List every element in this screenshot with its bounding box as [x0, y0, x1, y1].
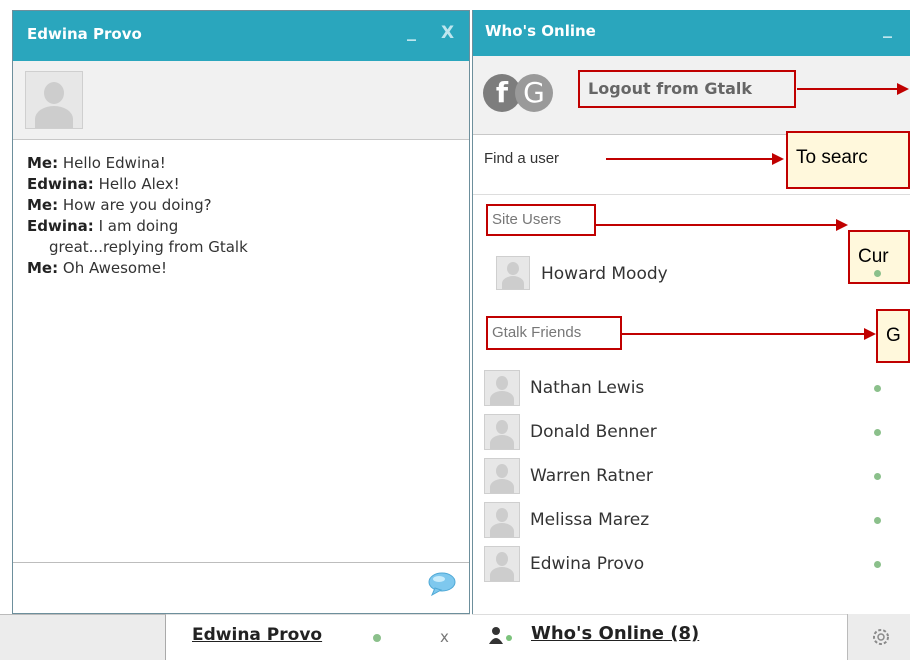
- message: Me: How are you doing?: [13, 195, 469, 216]
- gtalk-friend-item[interactable]: Warren Ratner: [530, 466, 653, 486]
- user-online-icon: [489, 627, 512, 644]
- online-status-icon: [874, 429, 881, 436]
- avatar: [484, 370, 520, 406]
- chat-title: Edwina Provo: [27, 25, 142, 43]
- message-text: How are you doing?: [62, 196, 212, 214]
- chat-tab-name[interactable]: Edwina Provo: [192, 625, 322, 645]
- annotation-box-gtalk-friends: [486, 316, 622, 350]
- online-status-icon: [874, 561, 881, 568]
- online-status-icon: [373, 634, 381, 642]
- search-input[interactable]: Find a user: [484, 150, 559, 167]
- online-status-icon: [874, 473, 881, 480]
- annotation-arrow: [797, 88, 897, 90]
- chat-header: [13, 61, 469, 140]
- annotation-arrow: [596, 224, 836, 226]
- who-online-titlebar[interactable]: Who's Online _: [473, 10, 910, 56]
- message-text: I am doing: [98, 217, 179, 235]
- online-status-icon: [874, 517, 881, 524]
- gtalk-friend-item[interactable]: Nathan Lewis: [530, 378, 644, 398]
- message: Me: Hello Edwina!: [13, 153, 469, 174]
- online-status-icon: [874, 385, 881, 392]
- close-tab-icon[interactable]: x: [440, 628, 449, 646]
- message: Me: Oh Awesome!: [13, 258, 469, 279]
- avatar: [496, 256, 530, 290]
- chat-input[interactable]: [13, 562, 469, 613]
- annotation-arrowhead: [836, 219, 848, 231]
- message-text: Hello Alex!: [98, 175, 180, 193]
- gtalk-friend-item[interactable]: Donald Benner: [530, 422, 657, 442]
- chat-bubble-icon[interactable]: [427, 571, 457, 597]
- divider: [473, 194, 910, 195]
- settings-button[interactable]: [847, 614, 910, 660]
- message-sender: Edwina:: [27, 217, 94, 235]
- avatar: [25, 71, 83, 129]
- annotation-arrowhead: [864, 328, 876, 340]
- who-online-button[interactable]: Who's Online (8): [531, 623, 699, 644]
- annotation-arrowhead: [897, 83, 909, 95]
- annotation-callout-search: To searc: [786, 131, 910, 189]
- online-status-icon: [874, 270, 881, 277]
- avatar: [484, 414, 520, 450]
- message: Edwina: I am doing great...replying from…: [13, 216, 469, 258]
- who-online-title: Who's Online: [485, 22, 596, 40]
- minimize-icon[interactable]: _: [883, 18, 892, 39]
- message: Edwina: Hello Alex!: [13, 174, 469, 195]
- annotation-arrowhead: [772, 153, 784, 165]
- annotation-callout-gtalk: G: [876, 309, 910, 363]
- message-sender: Me:: [27, 196, 59, 214]
- chat-tab[interactable]: Edwina Provo x: [166, 614, 470, 660]
- gear-icon[interactable]: [870, 626, 892, 648]
- avatar: [484, 546, 520, 582]
- annotation-box-site-users: [486, 204, 596, 236]
- annotation-arrow: [606, 158, 774, 160]
- message-text: Oh Awesome!: [62, 259, 167, 277]
- message-sender: Edwina:: [27, 175, 94, 193]
- gtalk-friend-item[interactable]: Edwina Provo: [530, 554, 644, 574]
- avatar: [484, 458, 520, 494]
- gtalk-friend-item[interactable]: Melissa Marez: [530, 510, 649, 530]
- close-icon[interactable]: X: [441, 23, 454, 43]
- taskbar-blank: [0, 614, 166, 660]
- avatar: [484, 502, 520, 538]
- message-list: Me: Hello Edwina! Edwina: Hello Alex! Me…: [13, 153, 469, 279]
- message-continuation: great...replying from Gtalk: [49, 238, 248, 256]
- minimize-icon[interactable]: _: [407, 21, 416, 42]
- annotation-box-logout: [578, 70, 796, 108]
- message-sender: Me:: [27, 154, 59, 172]
- site-user-item[interactable]: Howard Moody: [541, 264, 668, 284]
- message-text: Hello Edwina!: [62, 154, 166, 172]
- annotation-arrow: [622, 333, 866, 335]
- gtalk-logo-icon: G: [515, 74, 553, 112]
- chat-window: Edwina Provo _ X Me: Hello Edwina! Edwin…: [12, 10, 470, 614]
- message-sender: Me:: [27, 259, 59, 277]
- chat-titlebar[interactable]: Edwina Provo _ X: [13, 11, 469, 61]
